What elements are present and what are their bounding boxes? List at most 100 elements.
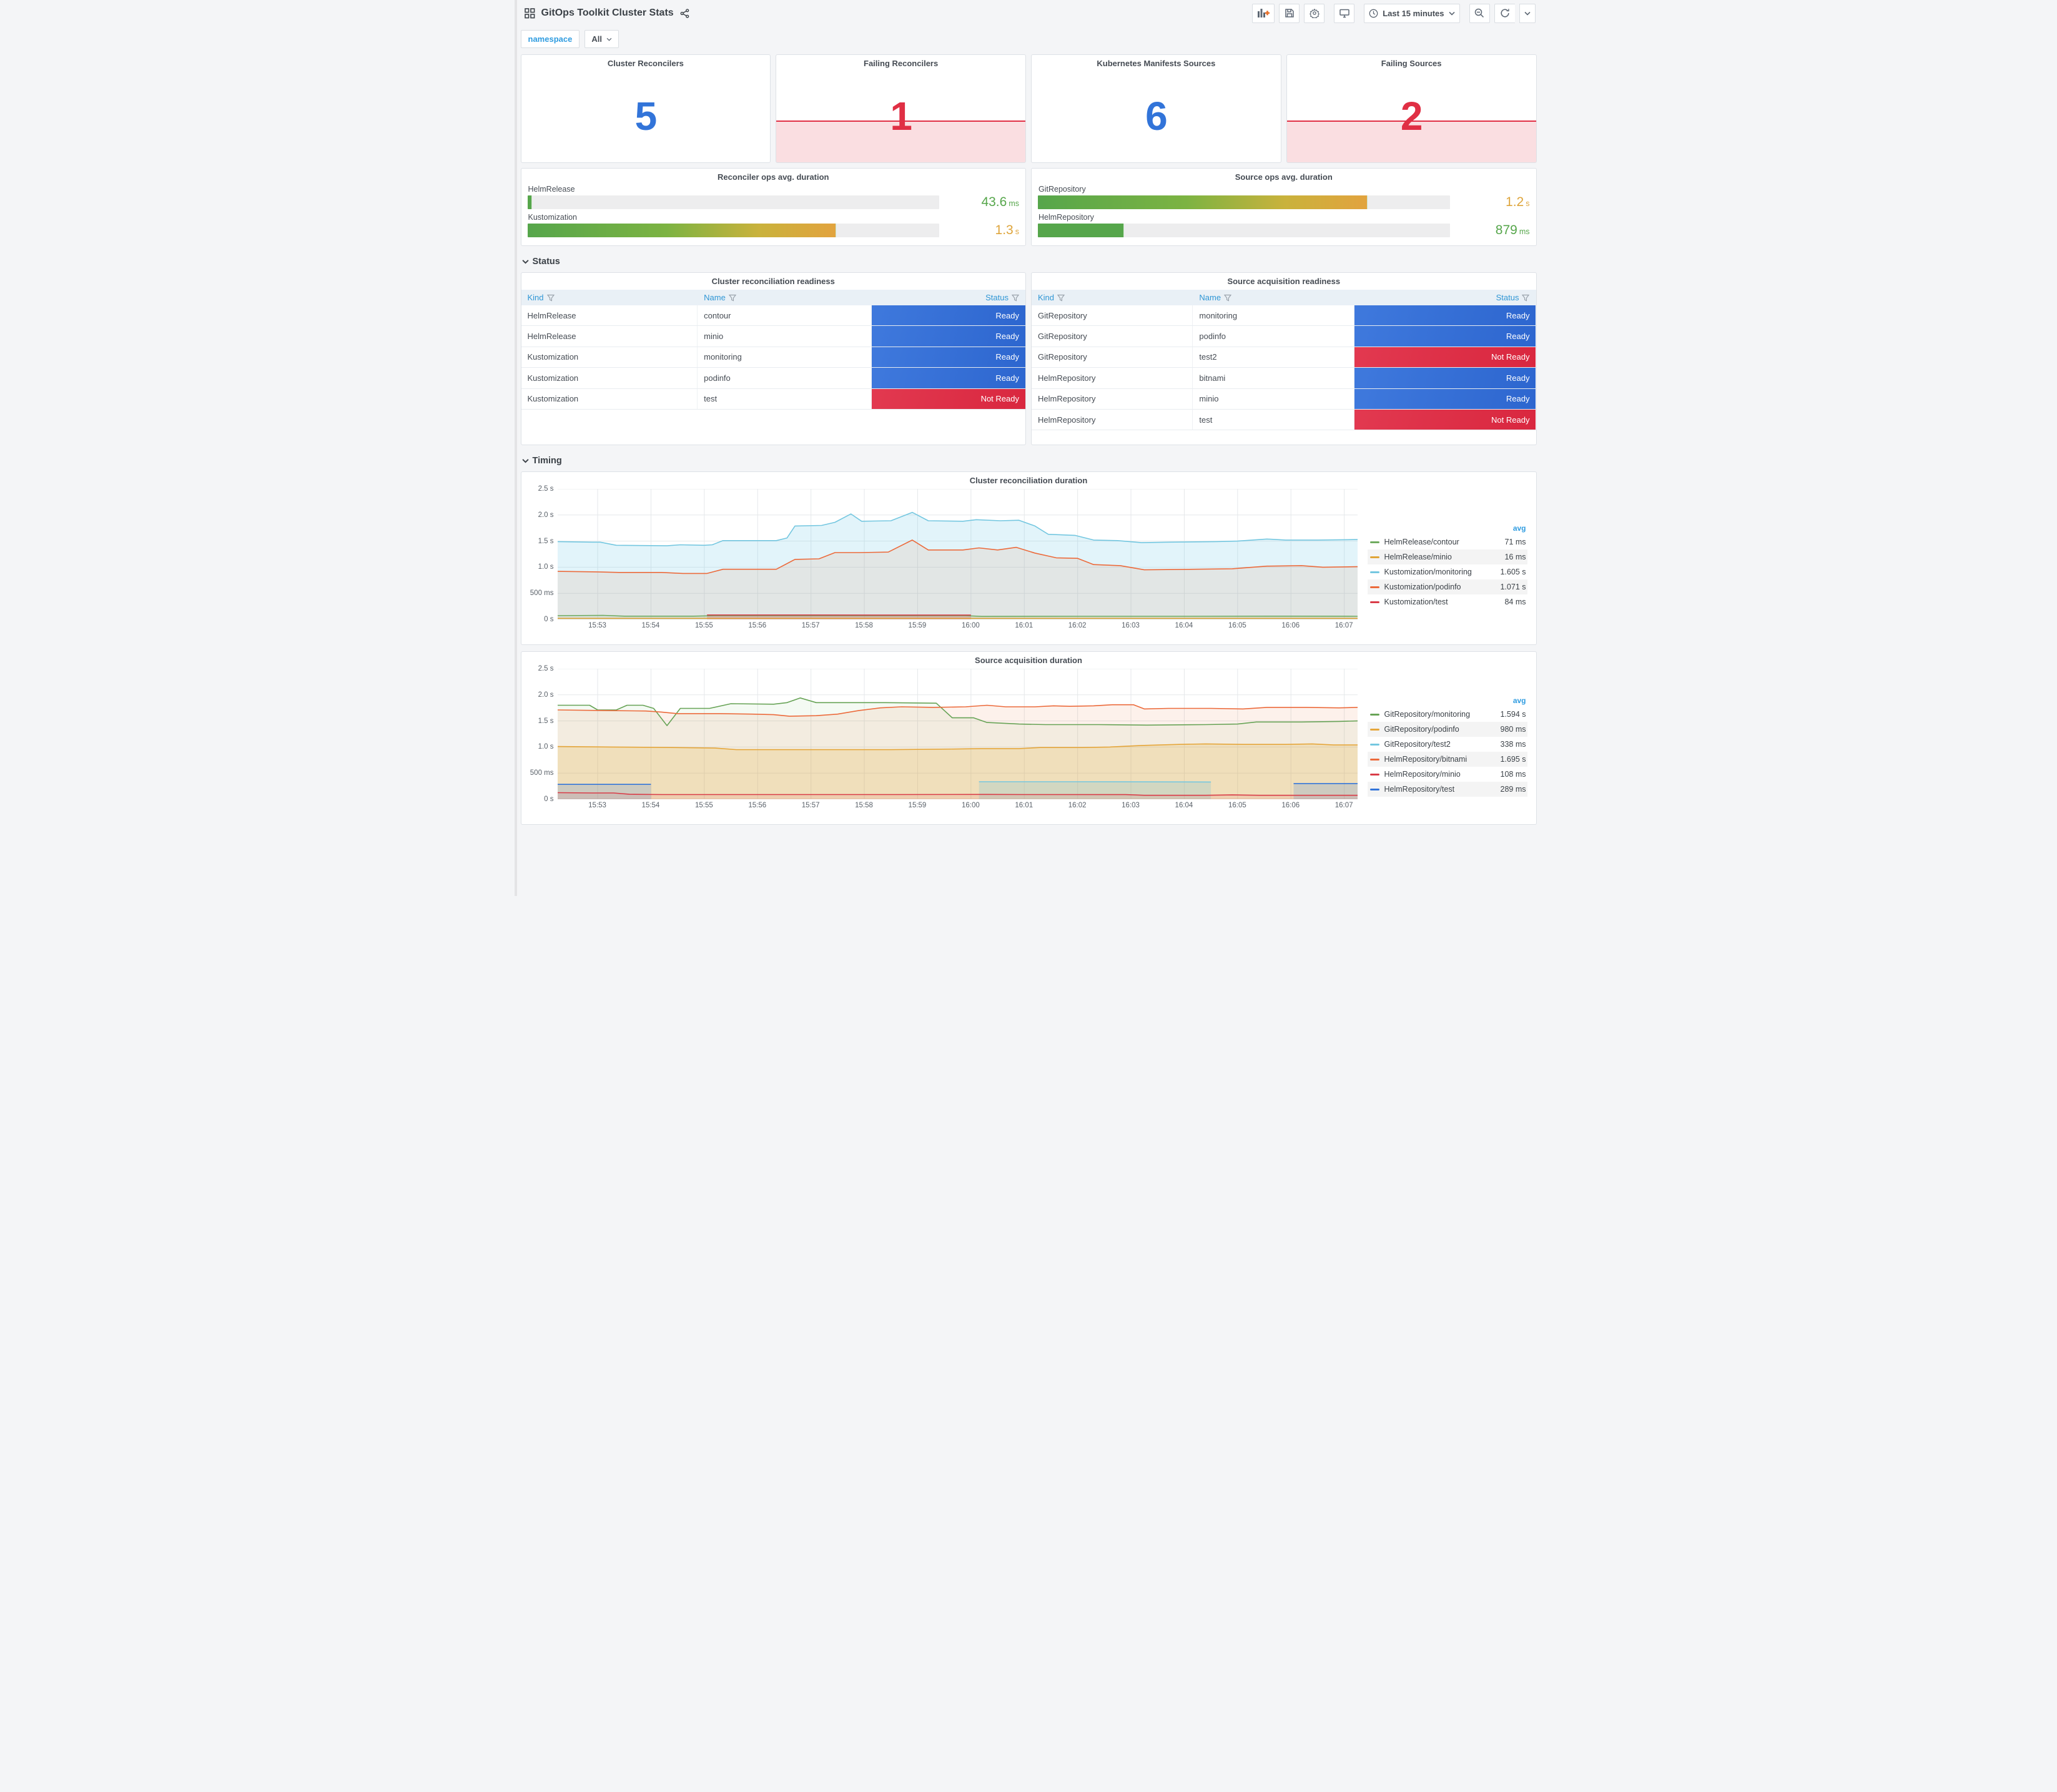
column-header-name[interactable]: Name [698,293,872,302]
panel-title[interactable]: Failing Sources [1287,55,1536,68]
column-header-kind[interactable]: Kind [521,293,698,302]
cell-status: Ready [1354,305,1536,326]
x-tick-label: 15:53 [588,622,606,629]
filter-icon[interactable] [546,294,555,302]
variable-namespace-value-dropdown[interactable]: All [585,30,619,48]
legend-avg-header[interactable]: avg [1368,523,1527,534]
panel-title[interactable]: Cluster reconciliation duration [521,472,1536,485]
legend-item[interactable]: Kustomization/podinfo 1.071 s [1367,579,1527,594]
legend-item[interactable]: HelmRelease/minio 16 ms [1367,549,1527,564]
filter-icon[interactable] [1522,294,1530,302]
legend-series-name[interactable]: GitRepository/test2 [1384,740,1501,749]
save-dashboard-button[interactable] [1279,3,1300,23]
x-tick-label: 15:56 [748,802,767,809]
legend-series-name[interactable]: HelmRelease/contour [1384,538,1505,546]
legend-series-avg: 1.594 s [1500,710,1526,719]
legend-item[interactable]: HelmRepository/minio 108 ms [1368,767,1527,782]
legend-item[interactable]: HelmRepository/bitnami 1.695 s [1367,752,1527,767]
panel-failing-sources: Failing Sources 2 [1286,54,1537,163]
filter-icon[interactable] [728,294,736,302]
legend-avg-header[interactable]: avg [1368,695,1527,707]
cell-name: monitoring [1193,305,1354,326]
column-header-status[interactable]: Status [1354,293,1536,302]
legend-series-name[interactable]: Kustomization/podinfo [1384,583,1501,591]
legend-series-color [1369,571,1379,573]
plot-area[interactable] [557,489,1358,619]
x-tick-label: 16:03 [1122,802,1140,809]
cell-name: contour [698,305,872,326]
section-title: Timing [532,456,562,466]
legend-item[interactable]: GitRepository/monitoring 1.594 s [1368,707,1527,722]
table-row: GitRepository monitoring Ready [1032,305,1536,327]
legend-series-color [1369,773,1379,775]
legend-item[interactable]: Kustomization/monitoring 1.605 s [1368,564,1527,579]
cell-kind: HelmRepository [1032,368,1193,388]
add-panel-button[interactable] [1252,3,1275,23]
panel-title[interactable]: Source acquisition readiness [1032,273,1536,286]
legend-series-name[interactable]: GitRepository/podinfo [1384,725,1501,734]
cell-status: Ready [871,368,1025,388]
legend-series-name[interactable]: Kustomization/test [1384,598,1505,606]
panel-kubernetes-manifests-sources: Kubernetes Manifests Sources 6 [1031,54,1281,163]
time-range-picker[interactable]: Last 15 minutes [1364,3,1460,23]
readiness-table: Kind Name Status GitRepository monitoring … [1032,290,1536,431]
legend-series-name[interactable]: HelmRelease/minio [1384,553,1505,561]
variable-namespace-label[interactable]: namespace [520,30,580,48]
filter-icon[interactable] [1057,294,1065,302]
legend-series-name[interactable]: HelmRepository/test [1384,785,1501,794]
status-badge: Ready [871,326,1025,347]
panel-title[interactable]: Cluster Reconcilers [521,55,771,68]
panel-title[interactable]: Reconciler ops avg. duration [528,169,1020,182]
y-tick-label: 2.0 s [538,691,554,699]
share-icon[interactable] [680,8,689,18]
legend-series-name[interactable]: Kustomization/monitoring [1384,568,1501,576]
refresh-interval-dropdown[interactable] [1519,3,1536,23]
cycle-view-mode-button[interactable] [1334,3,1355,23]
x-tick-label: 16:06 [1281,622,1300,629]
legend-series-name[interactable]: HelmRepository/bitnami [1384,755,1501,764]
legend-item[interactable]: Kustomization/test 84 ms [1368,594,1527,609]
plot-area[interactable] [557,669,1358,799]
panel-title[interactable]: Failing Reconcilers [776,55,1025,68]
dashboard-settings-button[interactable] [1304,3,1325,23]
panel-title[interactable]: Source acquisition duration [521,652,1536,665]
dashboard-grid-icon[interactable] [524,7,535,19]
x-tick-label: 15:55 [694,802,713,809]
legend-series-avg: 108 ms [1500,770,1526,779]
column-header-name[interactable]: Name [1193,293,1354,302]
chevron-down-icon [521,459,529,463]
x-tick-label: 16:01 [1015,802,1033,809]
filter-icon[interactable] [1011,294,1019,302]
panel-title[interactable]: Source ops avg. duration [1038,169,1530,182]
panel-title[interactable]: Cluster reconciliation readiness [521,273,1026,286]
gauge-track [1038,195,1450,209]
legend-series-color [1369,788,1379,790]
legend-series-avg: 1.695 s [1500,755,1526,764]
legend-item[interactable]: HelmRepository/test 289 ms [1367,782,1527,797]
section-timing[interactable]: Timing [521,450,1537,471]
gauge-value: 43.6 ms [981,195,1019,209]
section-status[interactable]: Status [521,251,1537,272]
legend-series-name[interactable]: GitRepository/monitoring [1384,710,1501,719]
column-header-status[interactable]: Status [872,293,1025,302]
cell-kind: Kustomization [521,388,698,409]
legend-series-avg: 16 ms [1504,553,1526,561]
panel-title[interactable]: Kubernetes Manifests Sources [1032,55,1281,68]
y-tick-label: 0 s [544,795,554,803]
legend-series-avg: 338 ms [1500,740,1526,749]
gauge-track [527,224,939,237]
x-tick-label: 16:05 [1228,802,1246,809]
legend-series-color [1369,743,1379,746]
column-header-kind[interactable]: Kind [1032,293,1193,302]
refresh-button[interactable] [1494,3,1515,23]
gauges-row: Reconciler ops avg. duration HelmRelease… [520,168,1537,246]
filter-icon[interactable] [1224,294,1232,302]
legend-item[interactable]: GitRepository/test2 338 ms [1368,737,1527,752]
legend-series-name[interactable]: HelmRepository/minio [1384,770,1501,779]
legend-item[interactable]: GitRepository/podinfo 980 ms [1367,722,1527,737]
legend-item[interactable]: HelmRelease/contour 71 ms [1368,534,1527,549]
gauge-label: Kustomization [528,213,578,222]
zoom-out-icon[interactable] [1469,3,1490,23]
panel-cluster-reconciliation-readiness: Cluster reconciliation readiness Kind Nam… [520,272,1026,445]
cell-status: Ready [871,347,1025,368]
